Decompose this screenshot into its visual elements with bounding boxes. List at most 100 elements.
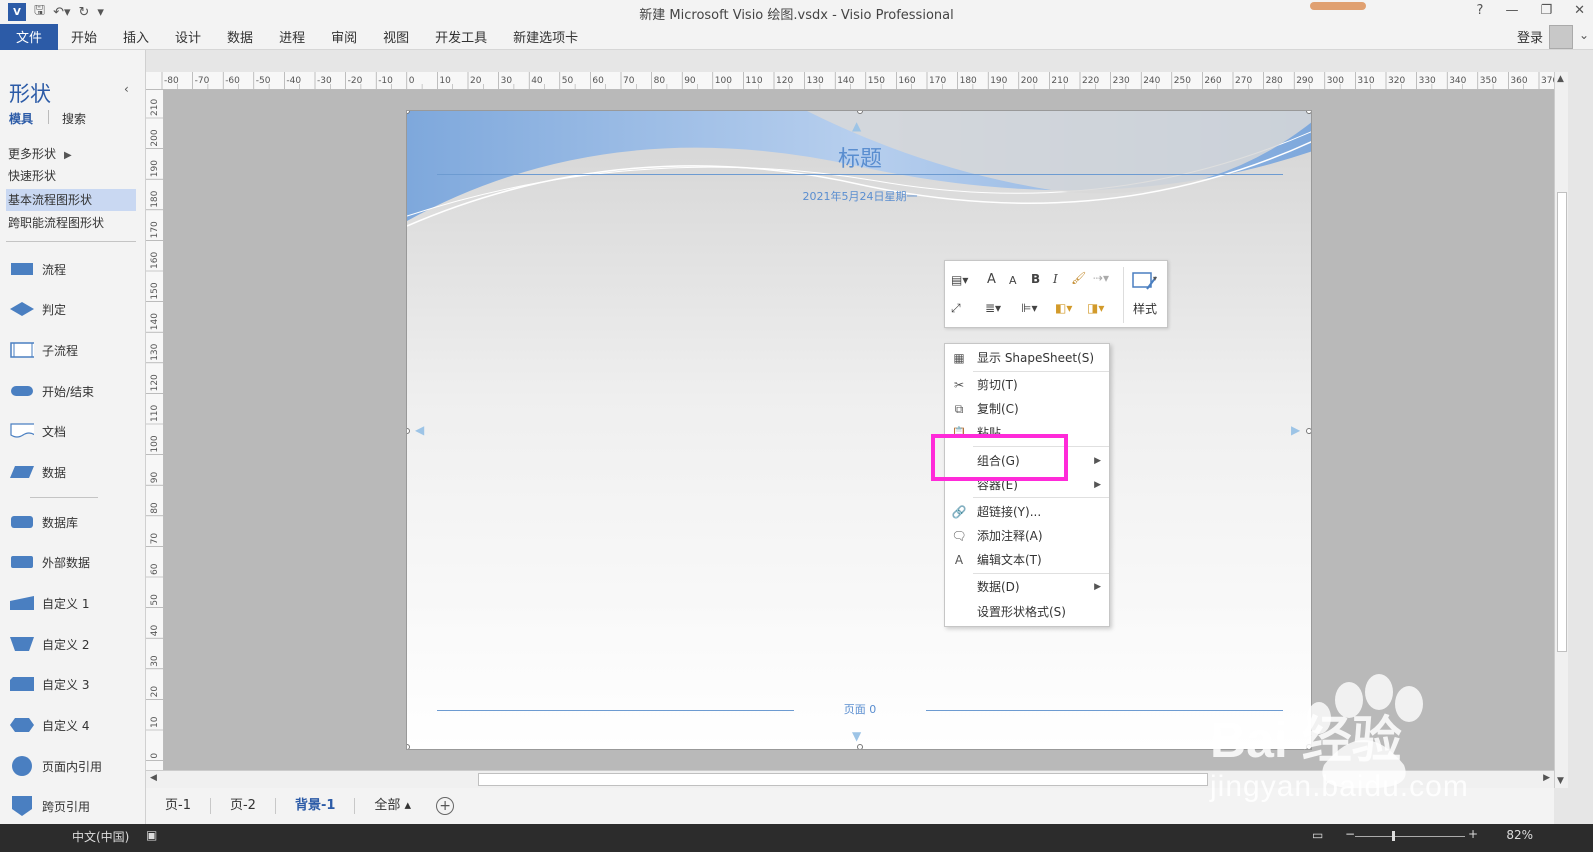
scroll-thumb[interactable] [1557, 192, 1567, 652]
shape-custom-2[interactable]: 自定义 2 [10, 630, 140, 658]
quick-styles-icon[interactable]: ▾ [1127, 269, 1163, 296]
menu-item-show-shapesheet[interactable]: ▦ 显示 ShapeSheet(S) [945, 346, 1109, 370]
tab-page-2[interactable]: 页-2 [211, 798, 276, 814]
page-title[interactable]: 标题 [407, 141, 1311, 173]
shape-decision[interactable]: 判定 [10, 295, 140, 323]
scroll-down-icon[interactable]: ▼ [1557, 776, 1564, 786]
ribbon-expand-icon[interactable]: ⌄ [1579, 28, 1589, 42]
stencil-cross-functional[interactable]: 跨职能流程图形状 [6, 212, 136, 234]
shape-process[interactable]: 流程 [10, 255, 140, 283]
scroll-up-icon[interactable]: ▲ [1557, 74, 1564, 84]
menu-item-copy[interactable]: ⧉ 复制(C) [945, 397, 1109, 421]
stencil-basic-flowchart[interactable]: 基本流程图形状 [6, 189, 136, 211]
tab-background-1[interactable]: 背景-1 [276, 798, 356, 814]
tab-insert[interactable]: 插入 [110, 27, 162, 46]
menu-item-format-shape[interactable]: 设置形状格式(S) [945, 600, 1109, 624]
tab-home[interactable]: 开始 [58, 27, 110, 46]
arrow-up-icon[interactable]: ▲ [852, 119, 861, 133]
menu-item-hyperlink[interactable]: 🔗 超链接(Y)... [945, 500, 1109, 524]
align-shapes-icon[interactable]: ⊫▾ [1021, 301, 1037, 315]
scroll-thumb[interactable] [478, 773, 1208, 786]
connection-point-icon[interactable]: ⤢ [951, 301, 961, 316]
menu-item-add-comment[interactable]: 🗨 添加注释(A) [945, 524, 1109, 548]
tab-design[interactable]: 设计 [162, 27, 214, 46]
zoom-level[interactable]: 82% [1506, 828, 1533, 842]
selection-handle[interactable] [1306, 111, 1311, 114]
selection-handle[interactable] [407, 744, 410, 749]
selection-handle[interactable] [1306, 428, 1311, 434]
shape-document[interactable]: 文档 [10, 417, 140, 445]
scroll-left-icon[interactable]: ◀ [150, 773, 157, 783]
help-button[interactable]: ? [1477, 3, 1484, 18]
shape-off-page-reference[interactable]: 跨页引用 [10, 792, 140, 820]
tab-developer[interactable]: 开发工具 [422, 27, 500, 46]
menu-item-paste[interactable]: 📋 粘贴 [945, 421, 1109, 435]
arrow-right-icon[interactable]: ▶ [1291, 423, 1300, 437]
format-painter-icon[interactable]: 🖌 [1071, 271, 1086, 285]
zoom-slider-track[interactable] [1355, 836, 1465, 837]
tab-file[interactable]: 文件 [0, 23, 58, 50]
selection-handle[interactable] [407, 428, 410, 434]
user-avatar[interactable] [1549, 25, 1573, 49]
menu-item-edit-text[interactable]: A 编辑文本(T) [945, 548, 1109, 572]
save-icon[interactable]: 🖫 [34, 1, 45, 23]
shape-database[interactable]: 数据库 [10, 508, 140, 536]
send-to-back-icon[interactable]: ◨▾ [1087, 301, 1104, 315]
shape-custom-3[interactable]: 自定义 3 [10, 670, 140, 698]
macro-record-icon[interactable]: ▣ [146, 828, 157, 842]
tab-new[interactable]: 新建选项卡 [500, 27, 591, 46]
restore-button[interactable]: ❐ [1540, 3, 1552, 18]
drawing-canvas[interactable]: 标题 2021年5月24日星期一 页面 0 ▲ ▼ ◀ ▶ [164, 90, 1554, 770]
collapse-pane-icon[interactable]: ‹ [124, 82, 129, 96]
connector-icon[interactable]: ⇢▾ [1093, 271, 1109, 285]
align-text-icon[interactable]: ≣▾ [985, 301, 1001, 315]
shape-data[interactable]: 数据 [10, 458, 140, 486]
customize-toolbar-icon[interactable]: ▾ [97, 5, 104, 20]
zoom-slider-knob[interactable] [1392, 831, 1395, 841]
redo-icon[interactable]: ↻ [79, 5, 90, 20]
shrink-font-button[interactable]: A [1009, 274, 1017, 287]
page-date[interactable]: 2021年5月24日星期一 [407, 188, 1311, 204]
shape-custom-4[interactable]: 自定义 4 [10, 711, 140, 739]
vertical-scrollbar[interactable]: ▲ ▼ [1554, 72, 1568, 788]
background-page[interactable]: 标题 2021年5月24日星期一 页面 0 ▲ ▼ ◀ ▶ [406, 110, 1312, 750]
close-button[interactable]: ✕ [1574, 3, 1585, 18]
tab-all-pages[interactable]: 全部 ▴ [355, 798, 430, 814]
quick-styles-label[interactable]: 样式 [1133, 300, 1157, 317]
shape-start-end[interactable]: 开始/结束 [10, 377, 140, 405]
stencil-more-shapes[interactable]: 更多形状 ▶ [6, 143, 136, 165]
italic-button[interactable]: I [1053, 272, 1058, 286]
menu-item-data[interactable]: 数据(D) ▶ [945, 575, 1109, 599]
tab-process[interactable]: 进程 [266, 27, 318, 46]
text-block-icon[interactable]: ▤▾ [951, 273, 968, 287]
menu-divider [973, 573, 1109, 574]
shape-external-data[interactable]: 外部数据 [10, 548, 140, 576]
arrow-down-icon[interactable]: ▼ [852, 729, 861, 743]
bring-to-front-icon[interactable]: ◧▾ [1055, 301, 1072, 315]
tab-stencils[interactable]: 模具 [9, 110, 33, 127]
language-indicator[interactable]: 中文(中国) [72, 828, 129, 845]
add-page-icon[interactable]: + [436, 797, 455, 815]
stencil-quick-shapes[interactable]: 快速形状 [6, 165, 136, 187]
selection-handle[interactable] [857, 744, 863, 749]
menu-item-cut[interactable]: ✂ 剪切(T) [945, 373, 1109, 397]
login-link[interactable]: 登录 [1517, 27, 1543, 46]
page-number[interactable]: 页面 0 [407, 701, 1311, 717]
scroll-right-icon[interactable]: ▶ [1543, 773, 1550, 783]
bold-button[interactable]: B [1031, 272, 1040, 286]
zoom-in-icon[interactable]: + [1468, 827, 1478, 841]
shape-on-page-reference[interactable]: 页面内引用 [10, 752, 140, 780]
tab-data[interactable]: 数据 [214, 27, 266, 46]
zoom-out-icon[interactable]: − [1345, 827, 1355, 841]
tab-search[interactable]: 搜索 [62, 110, 86, 127]
arrow-left-icon[interactable]: ◀ [415, 423, 424, 437]
minimize-button[interactable]: — [1505, 3, 1518, 18]
tab-review[interactable]: 审阅 [318, 27, 370, 46]
undo-icon[interactable]: ↶▾ [53, 5, 70, 20]
shape-subprocess[interactable]: 子流程 [10, 336, 140, 364]
shape-custom-1[interactable]: 自定义 1 [10, 589, 140, 617]
grow-font-button[interactable]: A [987, 272, 996, 287]
fit-page-icon[interactable]: ▭ [1312, 828, 1323, 842]
tab-page-1[interactable]: 页-1 [146, 798, 211, 814]
tab-view[interactable]: 视图 [370, 27, 422, 46]
